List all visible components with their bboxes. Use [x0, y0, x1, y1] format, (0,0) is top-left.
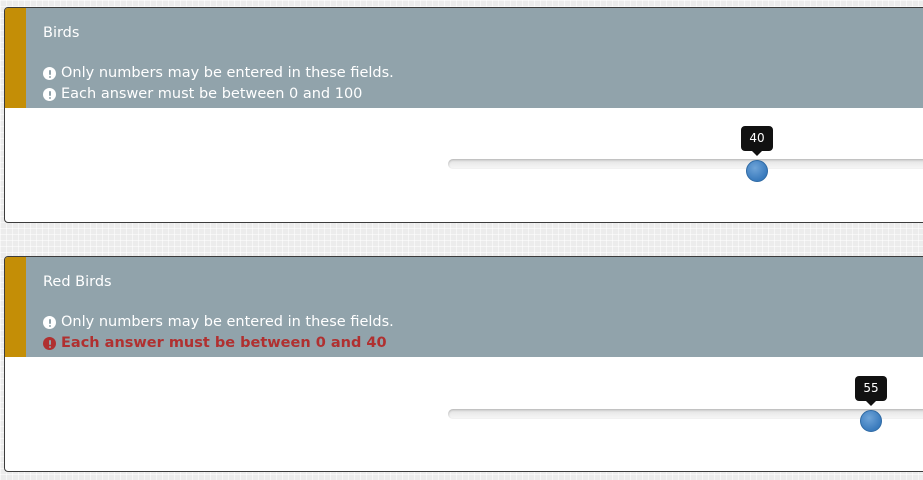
question-header: Birds Only numbers may be entered in the…: [5, 8, 923, 108]
instruction-range: Each answer must be between 0 and 100: [43, 84, 394, 105]
slider-track-birds[interactable]: [448, 159, 923, 169]
slider-tooltip-red-birds: 55: [855, 376, 887, 406]
instruction-numbers-only: Only numbers may be entered in these fie…: [43, 312, 394, 333]
question-title: Red Birds: [43, 274, 112, 290]
slider-handle-red-birds[interactable]: [860, 410, 882, 432]
slider-track-red-birds[interactable]: [448, 409, 923, 419]
instruction-range-error: Each answer must be between 0 and 40: [43, 333, 394, 354]
question-header: Red Birds Only numbers may be entered in…: [5, 257, 923, 357]
question-red-birds: Red Birds Only numbers may be entered in…: [4, 256, 923, 472]
slider-handle-birds[interactable]: [746, 160, 768, 182]
instruction-text: Only numbers may be entered in these fie…: [61, 65, 394, 81]
question-birds: Birds Only numbers may be entered in the…: [4, 7, 923, 223]
slider-tooltip-birds: 40: [741, 126, 773, 156]
exclamation-circle-icon: [43, 316, 56, 329]
question-accent-bar: [5, 8, 26, 108]
question-accent-bar: [5, 257, 26, 357]
instruction-text: Each answer must be between 0 and 40: [61, 335, 387, 351]
question-instructions: Only numbers may be entered in these fie…: [43, 312, 394, 354]
exclamation-circle-icon: [43, 88, 56, 101]
instruction-text: Only numbers may be entered in these fie…: [61, 314, 394, 330]
exclamation-circle-icon: [43, 67, 56, 80]
question-instructions: Only numbers may be entered in these fie…: [43, 63, 394, 105]
question-title: Birds: [43, 25, 80, 41]
instruction-numbers-only: Only numbers may be entered in these fie…: [43, 63, 394, 84]
exclamation-circle-icon: [43, 337, 56, 350]
instruction-text: Each answer must be between 0 and 100: [61, 86, 363, 102]
